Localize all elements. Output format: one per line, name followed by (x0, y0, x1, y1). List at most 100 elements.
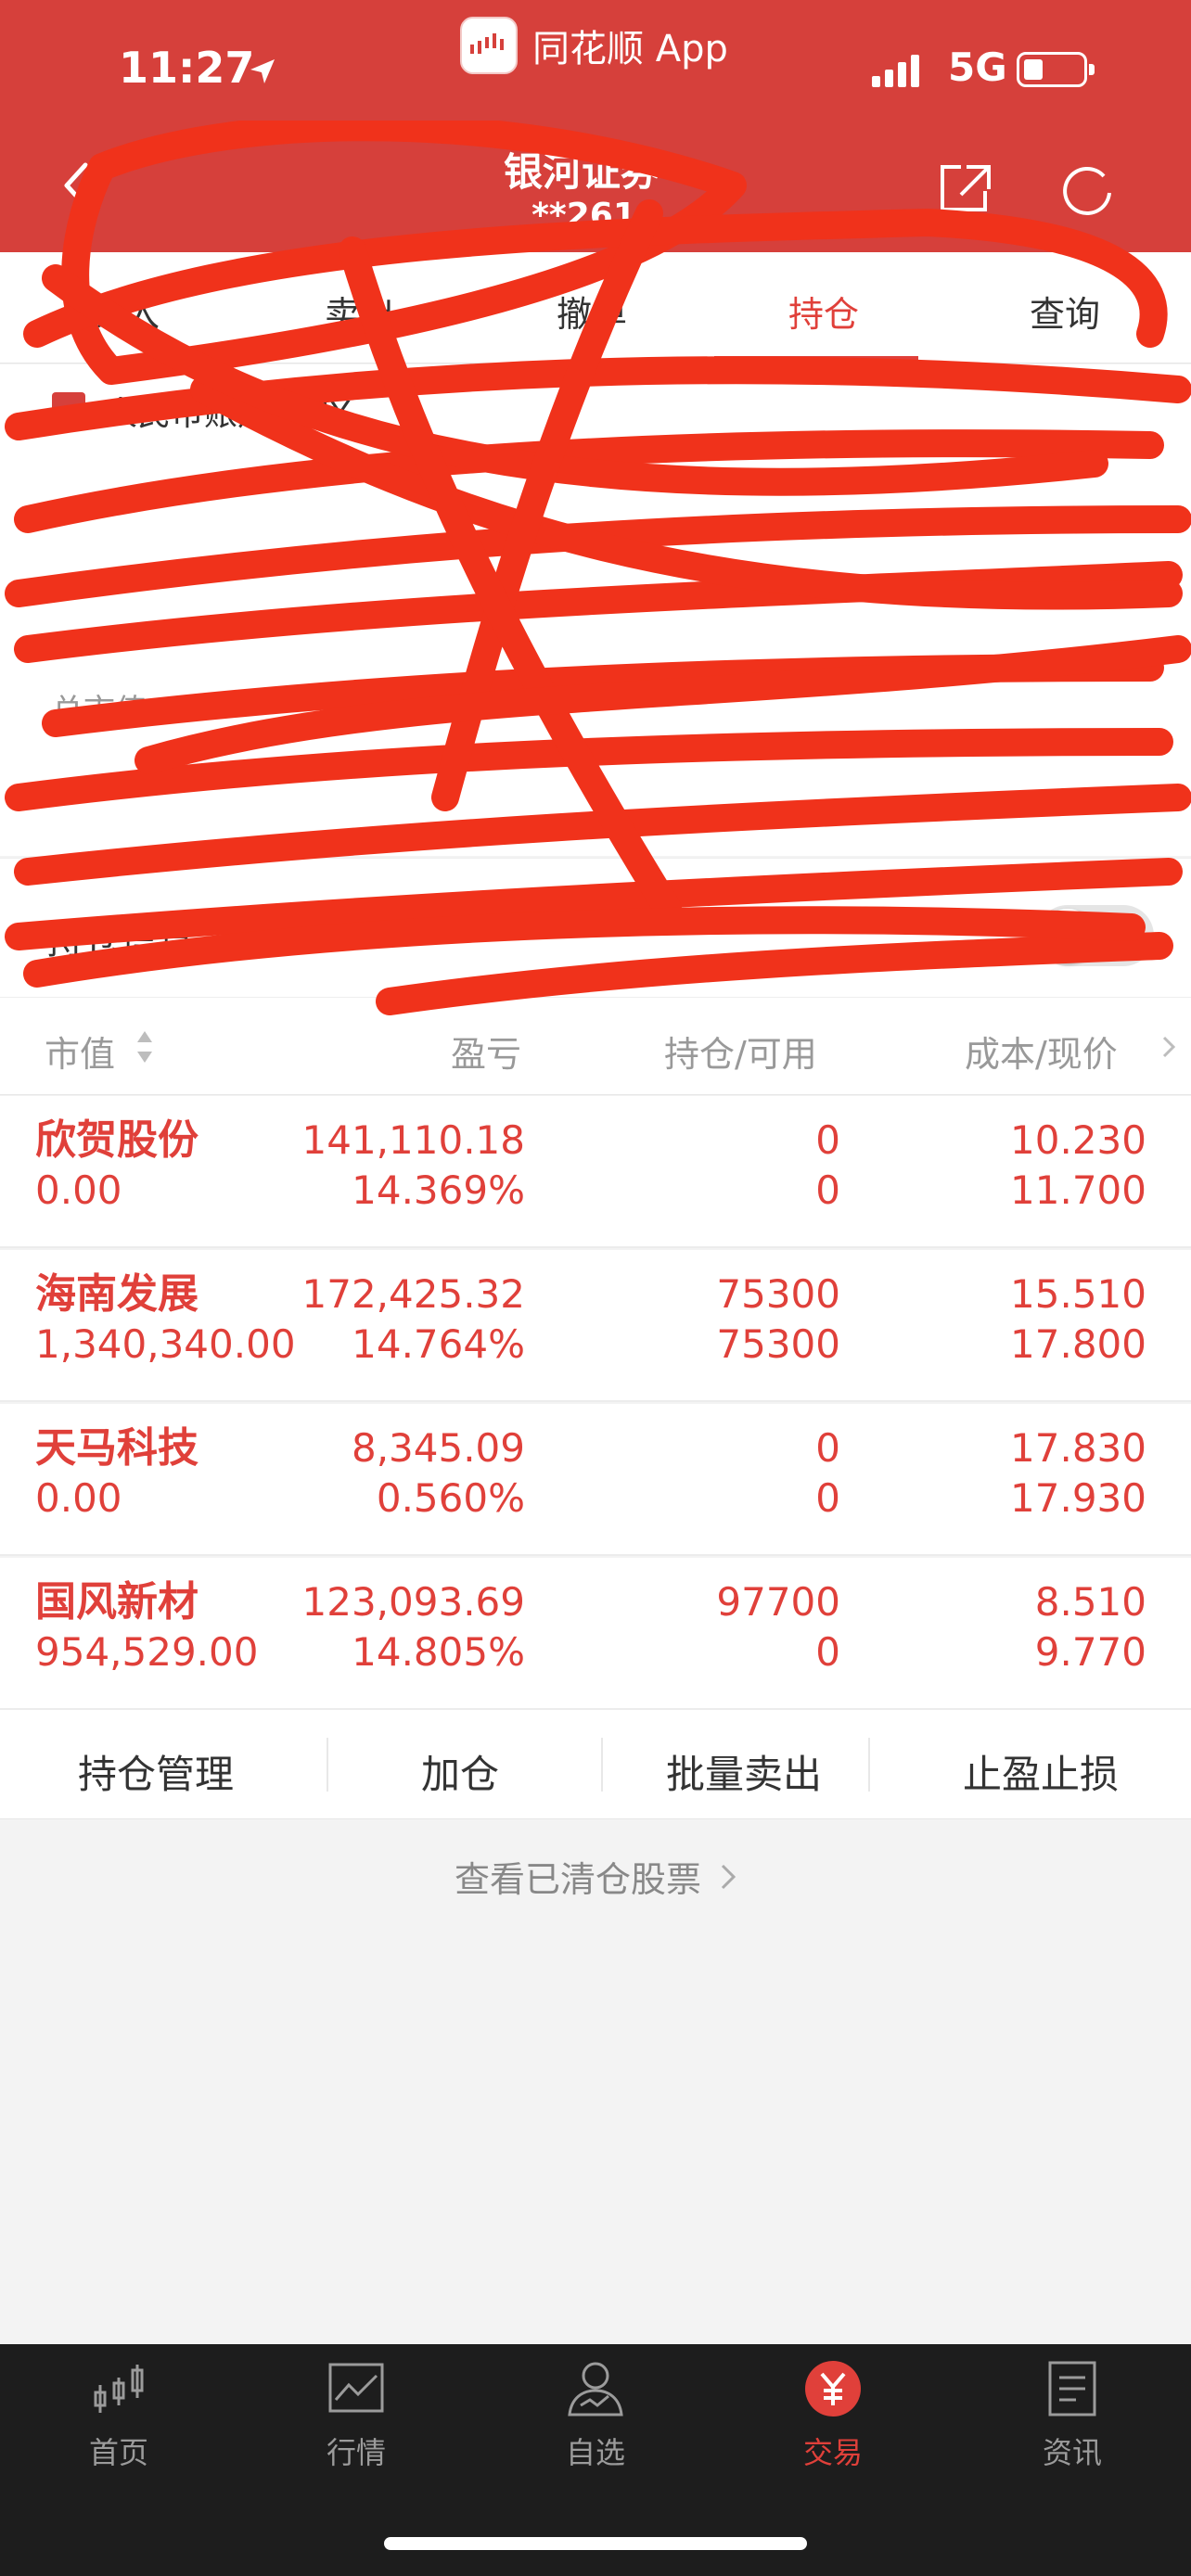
tabbar-label: 交易 (802, 2435, 863, 2470)
app-logo-icon (460, 17, 518, 74)
status-bar: 11:27 同花顺 App 5G (0, 0, 1191, 139)
current-price: 17.930 (1010, 1475, 1146, 1521)
holdings-header: 持仓信息 (0, 858, 1191, 997)
available-qty: 0 (815, 1475, 840, 1521)
divider (327, 1738, 328, 1792)
refresh-icon[interactable] (1061, 163, 1115, 217)
tabbar-trade[interactable]: 交易 (759, 2357, 907, 2472)
profit-loss: 8,345.09 (351, 1425, 525, 1471)
battery-icon (1017, 52, 1095, 87)
tabbar-label: 自选 (565, 2435, 625, 2470)
clock: 11:27 (119, 43, 255, 93)
holding-row[interactable]: 天马科技 0.00 8,345.09 0.560% 0 0 17.830 17.… (0, 1404, 1191, 1556)
stock-name: 海南发展 (35, 1270, 198, 1318)
tabbar-label: 行情 (326, 2435, 386, 2470)
home-indicator[interactable] (384, 2537, 807, 2550)
currency-flag-icon (52, 392, 85, 426)
stock-name: 天马科技 (35, 1424, 198, 1472)
profit-loss: 123,093.69 (301, 1579, 525, 1625)
holding-row[interactable]: 海南发展 1,340,340.00 172,425.32 14.764% 753… (0, 1250, 1191, 1402)
news-icon (1048, 2361, 1096, 2417)
tabbar-home[interactable]: 首页 (45, 2357, 193, 2472)
col-cost-price: 成本/现价 (965, 1034, 1118, 1075)
market-value: 0.00 (35, 1167, 122, 1213)
market-value: 954,529.00 (35, 1629, 259, 1675)
available-qty: 75300 (716, 1321, 840, 1367)
stock-name: 国风新材 (35, 1578, 198, 1626)
yuan-icon (805, 2361, 861, 2417)
add-position-button[interactable]: 加仓 (421, 1743, 499, 1800)
broker-name: 银河证券 (503, 149, 660, 195)
profit-loss: 172,425.32 (301, 1271, 525, 1317)
profit-loss: 141,110.18 (301, 1117, 525, 1163)
tab-positions[interactable]: 持仓 (788, 286, 859, 337)
cost-price: 17.830 (1010, 1425, 1146, 1471)
holdings-actions: 持仓管理 加仓 批量卖出 止盈止损 (0, 1710, 1191, 1819)
network-type: 5G (948, 45, 1007, 90)
tabbar-watchlist[interactable]: 自选 (521, 2357, 670, 2472)
stock-name: 欣贺股份 (35, 1116, 198, 1164)
divider (601, 1738, 603, 1792)
chevron-right-icon[interactable] (1161, 1035, 1176, 1059)
holding-row[interactable]: 欣贺股份 0.00 141,110.18 14.369% 0 0 10.230 … (0, 1096, 1191, 1248)
view-cleared-stocks[interactable]: 查看已清仓股票 (0, 1851, 1191, 1902)
col-profit-loss: 盈亏 (451, 1034, 522, 1075)
tab-sell[interactable]: 卖出 (325, 286, 395, 337)
holdings-column-header: 市值 盈亏 持仓/可用 成本/现价 (0, 997, 1191, 1095)
col-market-value[interactable]: 市值 (45, 1026, 115, 1077)
caret-down-icon (669, 163, 687, 175)
tabbar-label: 首页 (88, 2435, 148, 2470)
profit-loss-percent: 14.369% (352, 1167, 525, 1213)
cellular-signal-icon (872, 54, 924, 87)
position-qty: 0 (815, 1117, 840, 1163)
position-qty: 75300 (716, 1271, 840, 1317)
trade-tabs: 买入 卖出 撤单 持仓 查询 (0, 252, 1191, 363)
current-price: 11.700 (1010, 1167, 1146, 1213)
tabbar-market[interactable]: 行情 (282, 2357, 430, 2472)
current-price: 9.770 (1034, 1629, 1146, 1675)
tab-query[interactable]: 查询 (1030, 286, 1100, 337)
holding-row[interactable]: 国风新材 954,529.00 123,093.69 14.805% 97700… (0, 1558, 1191, 1710)
manage-positions-button[interactable]: 持仓管理 (78, 1743, 234, 1800)
chart-icon (328, 2363, 384, 2413)
return-to-app[interactable]: 同花顺 App (460, 17, 728, 74)
holdings-toggle[interactable] (1037, 905, 1154, 966)
person-icon (568, 2362, 623, 2417)
profit-loss-percent: 14.764% (352, 1321, 525, 1367)
share-icon[interactable] (939, 163, 992, 213)
tabbar-news[interactable]: 资讯 (998, 2357, 1146, 2472)
market-value: 1,340,340.00 (35, 1321, 296, 1367)
position-qty: 0 (815, 1425, 840, 1471)
candlestick-icon (94, 2365, 144, 2413)
col-position-available: 持仓/可用 (664, 1034, 817, 1075)
account-summary: 人民币账户 CNY 总市值 (0, 364, 1191, 856)
batch-sell-button[interactable]: 批量卖出 (666, 1743, 822, 1800)
tab-cancel[interactable]: 撤单 (557, 286, 627, 337)
stop-profit-loss-button[interactable]: 止盈止损 (963, 1743, 1119, 1800)
total-market-value-label: 总市值 (52, 693, 147, 730)
location-arrow-icon (250, 59, 275, 83)
app-caption: 同花顺 App (532, 28, 728, 70)
holdings-title: 持仓信息 (46, 920, 195, 963)
tab-buy[interactable]: 买入 (89, 286, 160, 337)
current-price: 17.800 (1010, 1321, 1146, 1367)
account-number: **2619 (531, 197, 660, 235)
profit-loss-percent: 0.560% (376, 1475, 525, 1521)
cost-price: 15.510 (1010, 1271, 1146, 1317)
back-icon[interactable] (58, 158, 95, 213)
sort-icon[interactable] (135, 1027, 154, 1066)
available-qty: 0 (815, 1167, 840, 1213)
active-tab-indicator (714, 356, 918, 362)
available-qty: 0 (815, 1629, 840, 1675)
profit-loss-percent: 14.805% (352, 1629, 525, 1675)
market-value: 0.00 (35, 1475, 122, 1521)
tabbar-label: 资讯 (1042, 2435, 1102, 2470)
divider (868, 1738, 870, 1792)
currency-account-label[interactable]: 人民币账户 CNY (104, 387, 351, 435)
cleared-link-label: 查看已清仓股票 (454, 1859, 701, 1900)
position-qty: 97700 (716, 1579, 840, 1625)
account-switcher[interactable]: 银河证券 **2619 (408, 141, 783, 235)
header-bar: 11:27 同花顺 App 5G 银河证券 **2619 (0, 0, 1191, 252)
cost-price: 8.510 (1034, 1579, 1146, 1625)
chevron-right-icon (721, 1864, 736, 1889)
